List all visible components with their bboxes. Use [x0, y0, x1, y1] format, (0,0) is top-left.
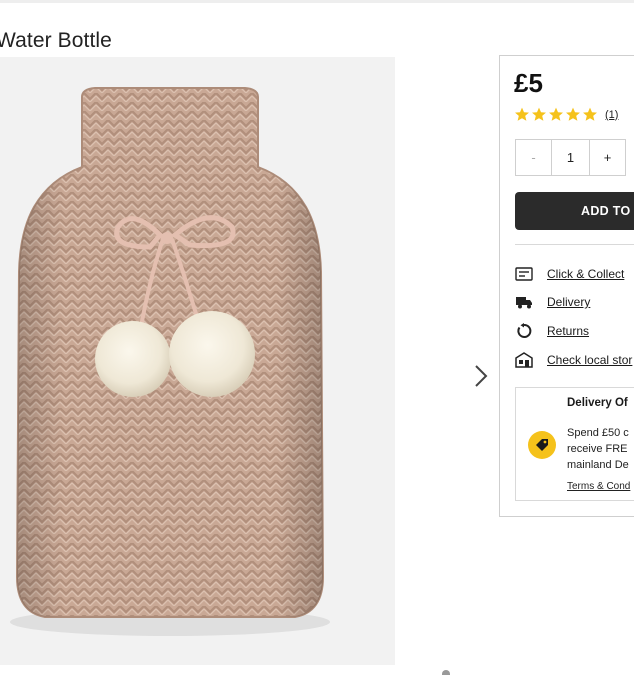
delivery-link[interactable]: Delivery — [514, 294, 590, 310]
quantity-input[interactable]: 1 — [552, 139, 589, 176]
quantity-decrease-button[interactable]: - — [515, 139, 552, 176]
check-local-store-link[interactable]: Check local stor — [514, 352, 632, 368]
delivery-label: Delivery — [547, 295, 591, 309]
price-tag-icon — [528, 431, 556, 459]
click-collect-link[interactable]: Click & Collect — [514, 266, 624, 282]
partial-icon — [442, 670, 450, 675]
delivery-offer-panel: Delivery Of Spend £50 c receive FRE main… — [515, 387, 634, 501]
divider — [515, 244, 634, 245]
quantity-increase-button[interactable]: + — [589, 139, 626, 176]
chevron-right-icon — [475, 365, 488, 387]
check-local-store-label: Check local stor — [547, 353, 633, 367]
collect-icon — [514, 266, 534, 282]
terms-conditions-link[interactable]: Terms & Cond — [567, 481, 630, 492]
price: £5 — [514, 68, 543, 98]
hot-water-bottle-image — [10, 87, 330, 636]
product-title: Water Bottle — [0, 29, 112, 53]
star-icon — [583, 107, 597, 121]
star-icon — [566, 107, 580, 121]
quantity-stepper: - 1 + — [515, 139, 626, 176]
delivery-truck-icon — [514, 294, 534, 310]
returns-link[interactable]: Returns — [514, 323, 589, 339]
returns-label: Returns — [547, 324, 590, 338]
delivery-offer-text: Spend £50 c receive FRE mainland De — [567, 427, 629, 471]
header-divider — [0, 0, 634, 3]
add-to-bag-button[interactable]: ADD TO — [515, 192, 634, 230]
star-icon — [515, 107, 529, 121]
star-icon — [549, 107, 563, 121]
delivery-offer-title: Delivery Of — [567, 397, 628, 409]
star-icon — [532, 107, 546, 121]
gallery-next-button[interactable] — [468, 361, 494, 391]
review-count-link[interactable]: (1) — [605, 109, 618, 121]
buy-box: £5 (1) - 1 + ADD TO Click & Collect Deli… — [499, 55, 634, 517]
returns-icon — [514, 323, 534, 339]
star-rating[interactable]: (1) — [514, 107, 618, 122]
store-icon — [514, 352, 534, 368]
product-image[interactable] — [0, 57, 395, 665]
click-collect-label: Click & Collect — [547, 267, 625, 281]
